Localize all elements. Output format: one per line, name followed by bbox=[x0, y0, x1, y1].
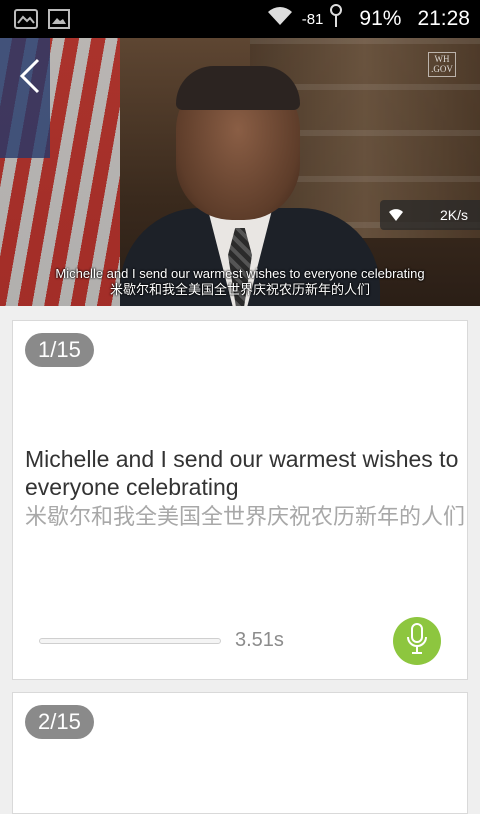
wifi-icon bbox=[388, 208, 404, 222]
sentence-duration: 3.51s bbox=[235, 629, 284, 651]
clock: 21:28 bbox=[417, 7, 470, 30]
wifi-icon bbox=[266, 6, 294, 32]
image-notification-icon bbox=[14, 9, 38, 29]
sentence-chinese: 米歇尔和我全美国全世界庆祝农历新年的人们 bbox=[25, 504, 466, 529]
subtitle-chinese: 米歇尔和我全美国全世界庆祝农历新年的人们 bbox=[109, 282, 370, 297]
network-speed-indicator: 2K/s bbox=[380, 200, 480, 230]
sentence-index-badge: 2/15 bbox=[25, 705, 94, 739]
photo-notification-icon bbox=[48, 9, 72, 29]
back-arrow-icon[interactable] bbox=[16, 56, 46, 96]
microphone-icon bbox=[406, 622, 428, 660]
video-player[interactable]: WH .GOV 2K/s Michelle and I send our war… bbox=[0, 38, 480, 306]
sentence-text: Michelle and I send our warmest wishes t… bbox=[25, 445, 465, 531]
video-speaker-hair bbox=[176, 66, 300, 110]
signal-icon bbox=[329, 4, 343, 34]
whitehouse-gov-badge: WH .GOV bbox=[428, 52, 456, 77]
sentence-english: Michelle and I send our warmest wishes t… bbox=[25, 446, 459, 500]
battery-level: 91% bbox=[359, 7, 402, 30]
status-bar: -81 91% 21:28 bbox=[0, 0, 480, 38]
video-subtitles: Michelle and I send our warmest wishes t… bbox=[0, 266, 480, 298]
sentence-index-badge: 1/15 bbox=[25, 333, 94, 367]
subtitle-english: Michelle and I send our warmest wishes t… bbox=[55, 266, 425, 281]
signal-strength: -81 bbox=[301, 10, 324, 28]
network-speed: 2K/s bbox=[439, 207, 468, 223]
record-button[interactable] bbox=[393, 617, 441, 665]
sentence-card[interactable]: 2/15 bbox=[12, 692, 468, 814]
sentence-card[interactable]: 1/15 Michelle and I send our warmest wis… bbox=[12, 320, 468, 680]
playback-progress-bar[interactable] bbox=[39, 638, 221, 644]
